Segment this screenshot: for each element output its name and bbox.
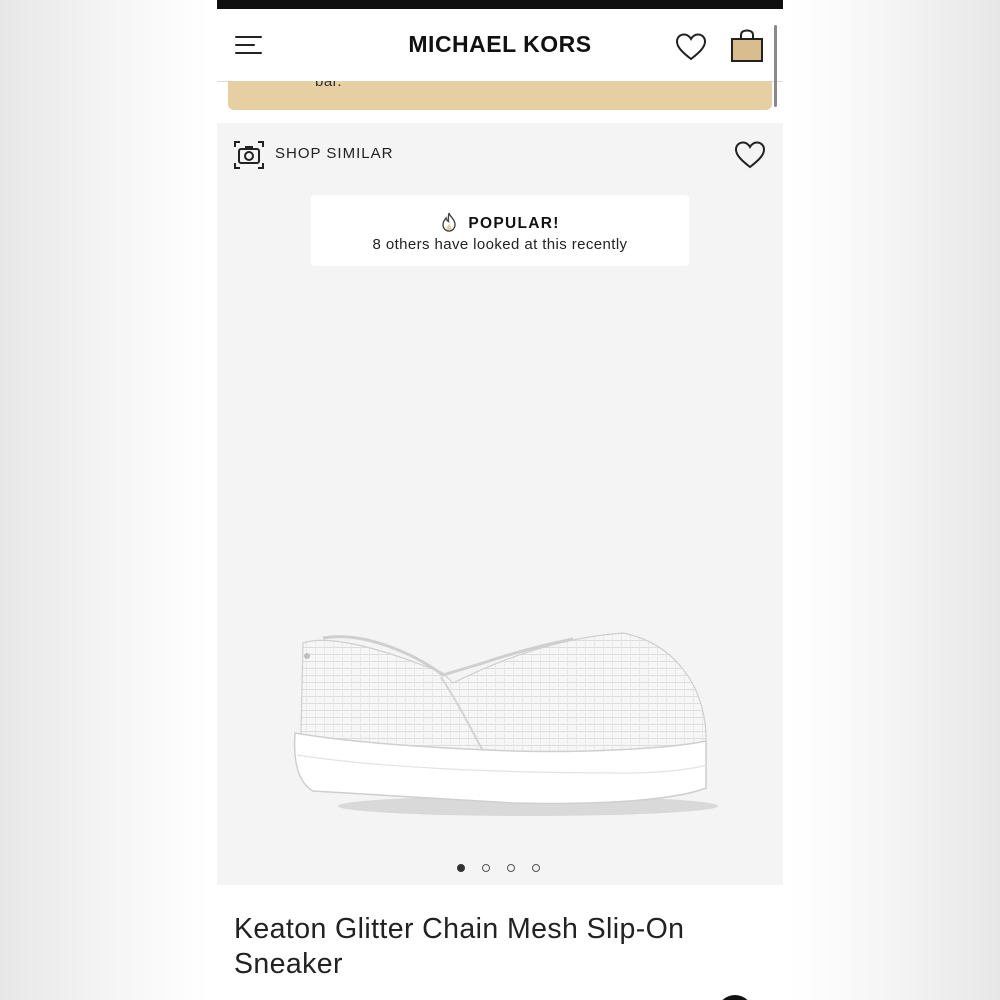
heart-icon[interactable] bbox=[734, 140, 766, 170]
shop-similar-label: SHOP SIMILAR bbox=[275, 145, 394, 162]
pagination-dot[interactable] bbox=[507, 864, 515, 872]
site-header: MICHAEL KORS bbox=[217, 9, 783, 107]
popularity-title-text: POPULAR! bbox=[468, 215, 560, 232]
scrollbar[interactable] bbox=[774, 25, 777, 107]
pagination-dot[interactable] bbox=[532, 864, 540, 872]
heart-icon[interactable] bbox=[675, 32, 707, 62]
product-gallery[interactable]: SHOP SIMILAR POPULAR! 8 others have look… bbox=[217, 123, 783, 885]
popularity-title: POPULAR! bbox=[311, 212, 689, 233]
pagination-dot[interactable] bbox=[457, 864, 465, 872]
status-bar bbox=[217, 0, 783, 9]
promo-banner-text: bar. bbox=[315, 81, 343, 90]
product-title: Keaton Glitter Chain Mesh Slip-On Sneake… bbox=[234, 913, 685, 980]
pagination-dot[interactable] bbox=[482, 864, 490, 872]
product-image[interactable] bbox=[293, 623, 733, 833]
image-pagination bbox=[457, 864, 547, 874]
popularity-subtitle: 8 others have looked at this recently bbox=[372, 236, 628, 253]
promo-banner[interactable]: bar. bbox=[228, 81, 772, 110]
flame-icon bbox=[442, 212, 457, 232]
floating-action-button[interactable] bbox=[717, 995, 753, 1000]
popularity-badge: POPULAR! 8 others have looked at this re… bbox=[311, 195, 689, 266]
camera-icon bbox=[234, 141, 264, 169]
mobile-page: MICHAEL KORS bar. SHOP SIMILAR POPULAR! … bbox=[217, 0, 783, 1000]
shopping-bag-icon[interactable] bbox=[729, 29, 765, 63]
